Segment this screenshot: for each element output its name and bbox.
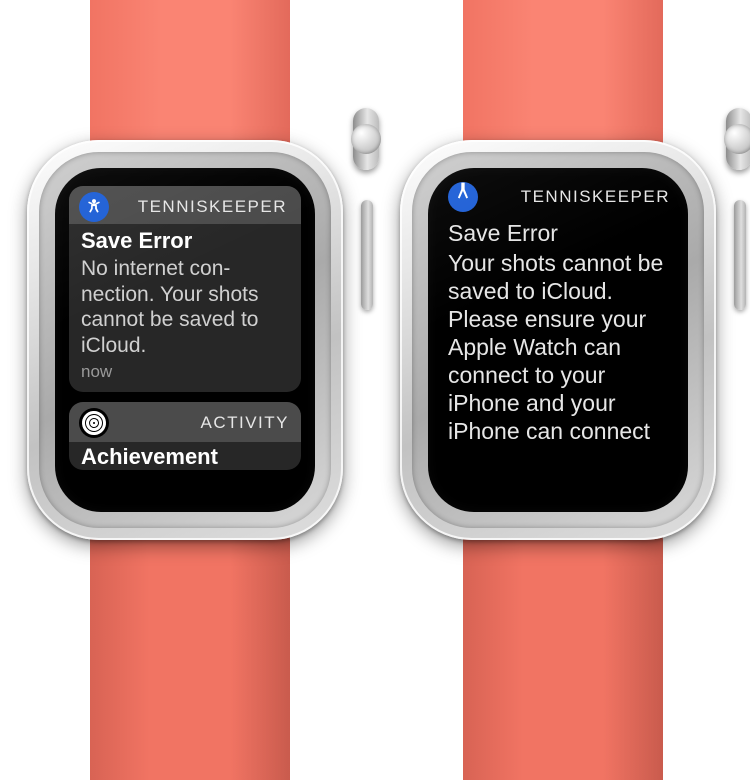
notification-card-activity[interactable]: ACTIVITY Achievement [69, 402, 301, 470]
notification-timestamp: now [81, 362, 289, 382]
watch-screen[interactable]: TENNISKEEPER Save Error Your shots canno… [428, 168, 688, 512]
notification-header: ACTIVITY [69, 402, 301, 442]
activity-rings-icon [79, 408, 109, 438]
watch-right: TENNISKEEPER Save Error Your shots canno… [388, 0, 738, 744]
watch-band-bottom [463, 520, 663, 780]
notification-title: Achievement [69, 442, 301, 470]
side-button[interactable] [361, 200, 373, 310]
digital-crown[interactable] [726, 108, 750, 170]
notification-header: TENNISKEEPER [69, 186, 301, 224]
notification-center[interactable]: TENNISKEEPER Save Error No internet con­… [55, 168, 315, 470]
watch-case: TENNISKEEPER Save Error Your shots canno… [400, 140, 716, 540]
notification-body: No internet con­nection. Your shots cann… [81, 256, 289, 358]
tenniskeeper-icon [79, 192, 109, 222]
notification-card-tenniskeeper[interactable]: TENNISKEEPER Save Error No internet con­… [69, 186, 301, 392]
notification-app-name: ACTIVITY [119, 413, 289, 433]
tenniskeeper-icon [448, 182, 478, 212]
notification-title: Save Error [448, 220, 670, 247]
notification-app-name: TENNISKEEPER [119, 197, 289, 217]
notification-app-name: TENNISKEEPER [488, 187, 670, 207]
notification-detail[interactable]: TENNISKEEPER Save Error Your shots canno… [428, 168, 688, 445]
notification-title: Save Error [81, 228, 289, 254]
watch-band-bottom [90, 520, 290, 780]
watch-screen[interactable]: TENNISKEEPER Save Error No internet con­… [55, 168, 315, 512]
notification-header: TENNISKEEPER [448, 182, 670, 212]
side-button[interactable] [734, 200, 746, 310]
notification-body: Your shots cannot be saved to iCloud. Pl… [448, 249, 670, 445]
watch-left: TENNISKEEPER Save Error No internet con­… [15, 0, 365, 744]
watch-case: TENNISKEEPER Save Error No internet con­… [27, 140, 343, 540]
digital-crown[interactable] [353, 108, 379, 170]
